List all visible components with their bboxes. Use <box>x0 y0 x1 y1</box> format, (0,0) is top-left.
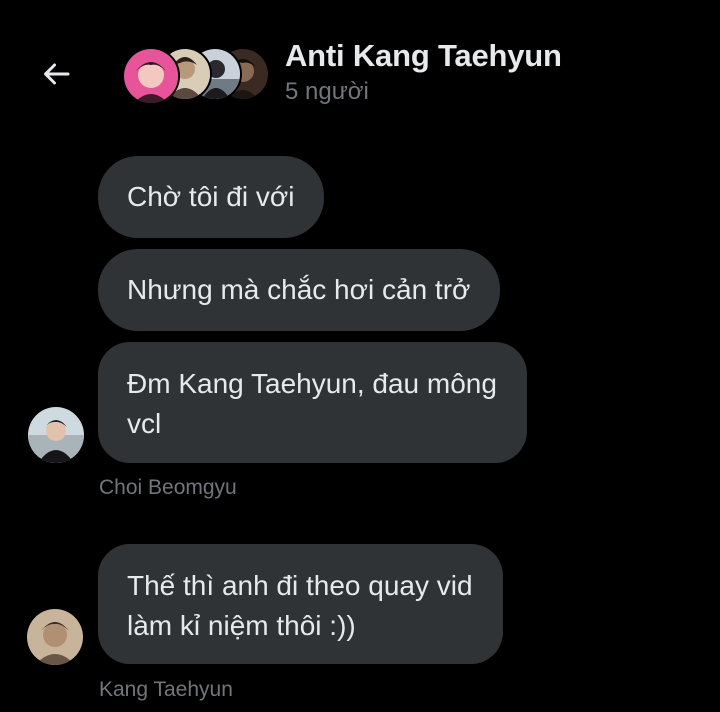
message-bubble[interactable]: Đm Kang Taehyun, đau mông vcl <box>98 342 527 463</box>
message-text-line: vcl <box>127 408 162 439</box>
sender-name[interactable]: Kang Taehyun <box>99 678 233 702</box>
back-button[interactable] <box>36 54 76 94</box>
message-text-line: làm kỉ niệm thôi :)) <box>127 610 356 641</box>
message-text: Chờ tôi đi với <box>127 181 295 212</box>
group-member-avatar-1 <box>122 47 180 105</box>
sender-name[interactable]: Choi Beomgyu <box>99 476 237 500</box>
group-avatar-stack[interactable] <box>122 47 270 105</box>
sender-avatar[interactable] <box>27 609 83 665</box>
arrow-left-icon <box>44 63 70 85</box>
message-bubble[interactable]: Nhưng mà chắc hơi cản trở <box>98 249 501 331</box>
sender-avatar[interactable] <box>28 407 84 463</box>
message-text-line: Đm Kang Taehyun, đau mông <box>127 368 497 399</box>
conversation-header: Anti Kang Taehyun 5 người <box>0 0 720 130</box>
message-text-line: Thế thì anh đi theo quay vid <box>127 570 473 601</box>
message-bubble[interactable]: Thế thì anh đi theo quay vid làm kỉ niệm… <box>98 544 503 664</box>
group-title[interactable]: Anti Kang Taehyun <box>285 38 562 74</box>
group-member-count[interactable]: 5 người <box>285 78 369 106</box>
message-bubble[interactable]: Chờ tôi đi với <box>98 156 325 238</box>
message-text: Nhưng mà chắc hơi cản trở <box>127 274 471 305</box>
